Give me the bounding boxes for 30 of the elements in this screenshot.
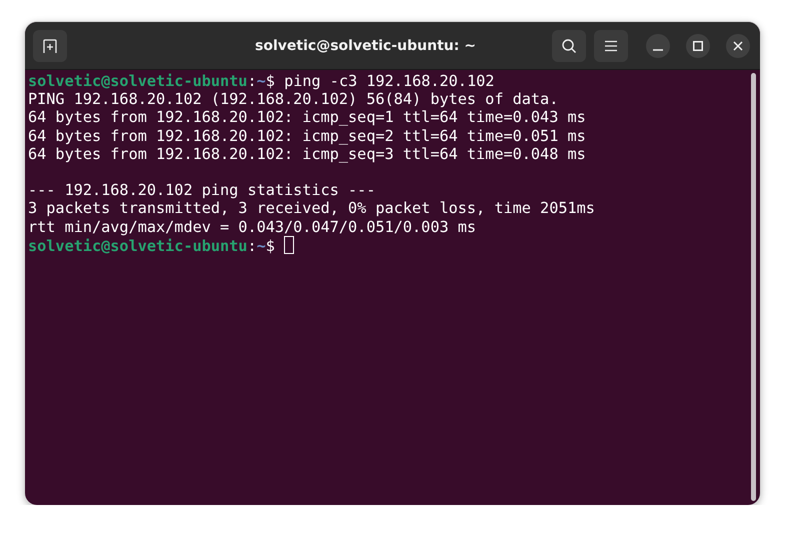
prompt-separator: : bbox=[247, 236, 257, 255]
minimize-button[interactable] bbox=[646, 34, 670, 58]
command-text: ping -c3 192.168.20.102 bbox=[284, 72, 494, 90]
maximize-icon bbox=[693, 40, 703, 50]
output-line: --- 192.168.20.102 ping statistics --- bbox=[28, 181, 376, 200]
prompt-user-host: solvetic@solvetic-ubuntu bbox=[28, 72, 248, 90]
maximize-button[interactable] bbox=[686, 34, 710, 58]
new-tab-icon bbox=[42, 38, 58, 54]
prompt-user-host: solvetic@solvetic-ubuntu bbox=[28, 236, 248, 255]
menu-button[interactable] bbox=[594, 30, 628, 62]
scrollbar[interactable] bbox=[751, 73, 756, 501]
prompt-path: ~ bbox=[256, 72, 266, 90]
search-button[interactable] bbox=[552, 30, 586, 62]
close-icon bbox=[733, 40, 743, 50]
output-line: 64 bytes from 192.168.20.102: icmp_seq=1 ttl=64 time=0.043 ms bbox=[28, 108, 586, 126]
output-line: 3 packets transmitted, 3 received, 0% packet loss, time 2051ms bbox=[28, 199, 595, 218]
output-line: rtt min/avg/max/mdev = 0.043/0.047/0.051/0.003 ms bbox=[28, 218, 476, 236]
output-line: 64 bytes from 192.168.20.102: icmp_seq=2 ttl=64 time=0.051 ms bbox=[28, 126, 586, 145]
menu-icon bbox=[604, 40, 618, 52]
minimize-icon bbox=[653, 48, 663, 50]
new-tab-button[interactable] bbox=[33, 30, 67, 62]
output-line: PING 192.168.20.102 (192.168.20.102) 56(84) bytes of data. bbox=[28, 90, 558, 108]
prompt-path: ~ bbox=[256, 236, 266, 255]
prompt-symbol: $ bbox=[266, 236, 275, 255]
output-line: 64 bytes from 192.168.20.102: icmp_seq=3 ttl=64 time=0.048 ms bbox=[28, 144, 586, 163]
prompt-separator: : bbox=[247, 72, 257, 90]
close-button[interactable] bbox=[726, 34, 750, 58]
prompt-symbol: $ bbox=[266, 72, 275, 90]
search-icon bbox=[561, 38, 577, 54]
window-title: solvetic@solvetic-ubuntu: ~ bbox=[254, 38, 477, 54]
